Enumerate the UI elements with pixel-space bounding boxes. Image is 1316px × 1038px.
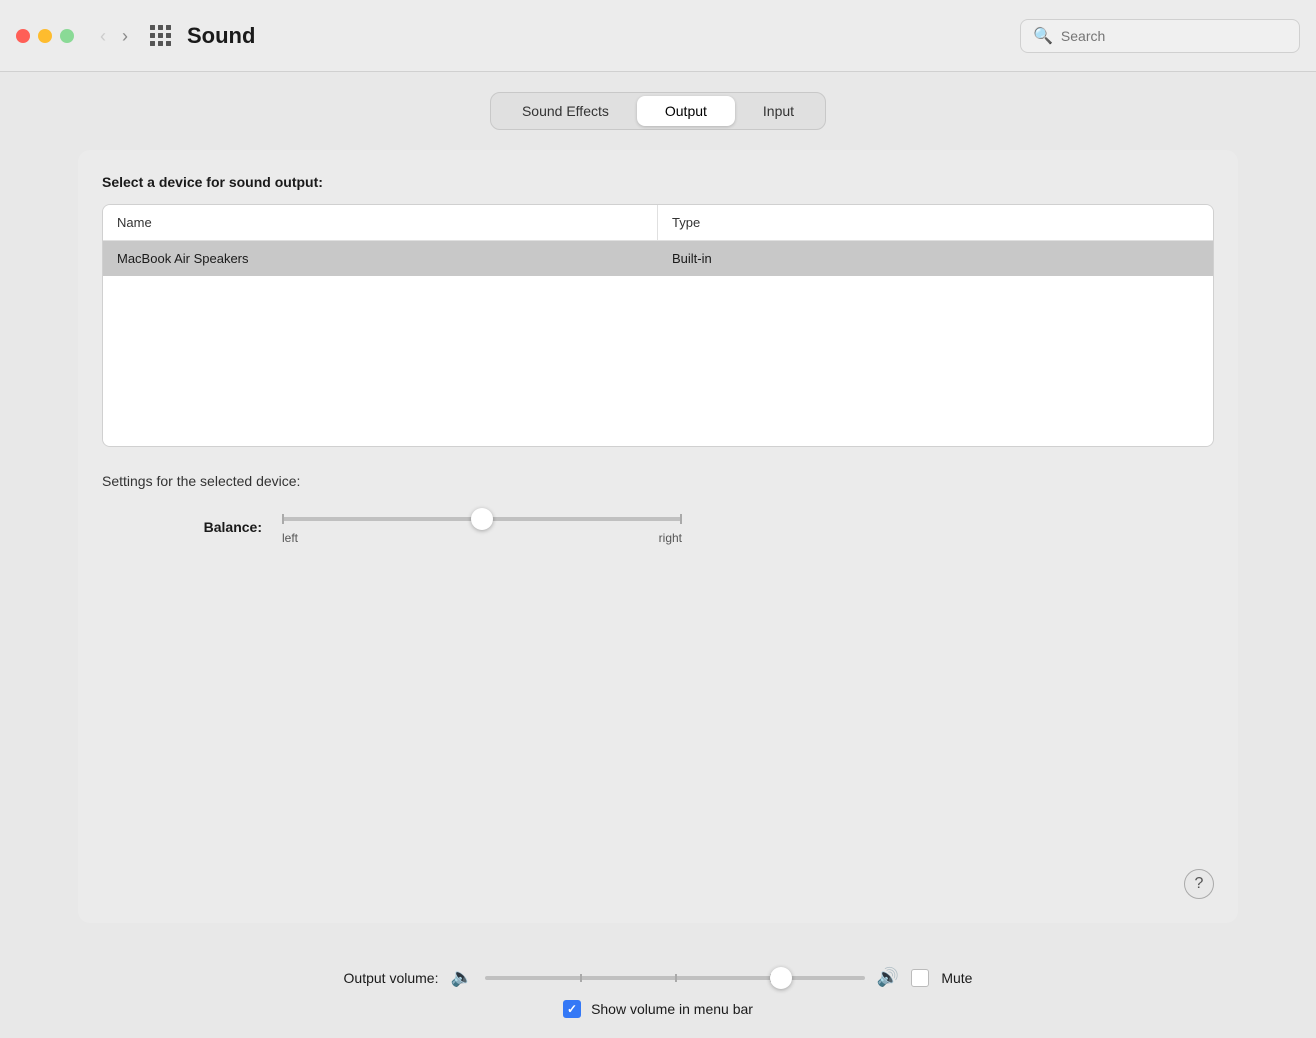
balance-slider-track[interactable]	[282, 509, 682, 529]
search-input[interactable]	[1061, 28, 1287, 44]
checkmark-icon: ✓	[567, 1002, 577, 1016]
back-button[interactable]: ‹	[94, 23, 112, 49]
balance-tick-right	[680, 514, 682, 524]
col-name: Name	[103, 205, 658, 240]
tab-input[interactable]: Input	[735, 96, 822, 126]
settings-label: Settings for the selected device:	[102, 473, 1214, 489]
search-icon: 🔍	[1033, 26, 1053, 46]
device-type: Built-in	[658, 241, 1213, 276]
nav-arrows: ‹ ›	[94, 23, 134, 49]
device-table: Name Type MacBook Air Speakers Built-in	[102, 204, 1214, 447]
tab-sound-effects[interactable]: Sound Effects	[494, 96, 637, 126]
table-empty-area	[103, 276, 1213, 446]
help-button[interactable]: ?	[1184, 869, 1214, 899]
vol-tick-2	[675, 974, 677, 982]
table-row[interactable]: MacBook Air Speakers Built-in	[103, 241, 1213, 276]
maximize-button[interactable]	[60, 29, 74, 43]
vol-tick-1	[580, 974, 582, 982]
page-title: Sound	[187, 23, 255, 49]
bottom-bar: Output volume: 🔈 🔊 Mute ✓ Show volume in…	[0, 953, 1316, 1038]
show-volume-row: ✓ Show volume in menu bar	[563, 1000, 753, 1018]
balance-thumb[interactable]	[471, 508, 493, 530]
mute-checkbox[interactable]	[911, 969, 929, 987]
balance-slider-container: left right	[282, 509, 682, 545]
volume-high-icon: 🔊	[877, 967, 899, 988]
col-type: Type	[658, 205, 1213, 240]
volume-slider[interactable]	[485, 968, 865, 988]
select-device-label: Select a device for sound output:	[102, 174, 1214, 190]
output-volume-label: Output volume:	[344, 970, 439, 986]
show-volume-checkbox[interactable]: ✓	[563, 1000, 581, 1018]
show-volume-label: Show volume in menu bar	[591, 1001, 753, 1017]
tab-output[interactable]: Output	[637, 96, 735, 126]
device-name: MacBook Air Speakers	[103, 241, 658, 276]
volume-low-icon: 🔈	[450, 967, 472, 988]
volume-thumb[interactable]	[770, 967, 792, 989]
balance-right-label: right	[659, 531, 682, 545]
apps-grid-icon[interactable]	[150, 25, 171, 46]
balance-label: Balance:	[182, 519, 262, 535]
mute-label: Mute	[941, 970, 972, 986]
volume-row: Output volume: 🔈 🔊 Mute	[344, 967, 973, 988]
table-header: Name Type	[103, 205, 1213, 241]
balance-row: Balance: left right	[102, 509, 1214, 545]
output-panel: Select a device for sound output: Name T…	[78, 150, 1238, 923]
balance-left-label: left	[282, 531, 298, 545]
close-button[interactable]	[16, 29, 30, 43]
titlebar: ‹ › Sound 🔍	[0, 0, 1316, 72]
search-bar[interactable]: 🔍	[1020, 19, 1300, 53]
forward-button[interactable]: ›	[116, 23, 134, 49]
balance-tick-left	[282, 514, 284, 524]
minimize-button[interactable]	[38, 29, 52, 43]
balance-track-line	[282, 517, 682, 521]
tab-bar: Sound Effects Output Input	[490, 92, 826, 130]
volume-track-line	[485, 976, 865, 980]
window-controls	[16, 29, 74, 43]
balance-slider-labels: left right	[282, 531, 682, 545]
main-content: Sound Effects Output Input Select a devi…	[0, 72, 1316, 953]
